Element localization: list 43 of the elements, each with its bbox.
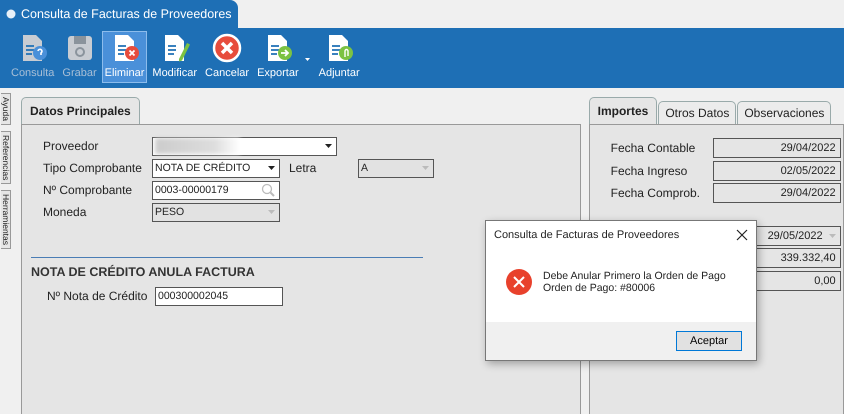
- field-label: Nº Comprobante: [43, 183, 134, 197]
- side-tab[interactable]: Ayuda: [1, 93, 11, 125]
- readonly-field: 29/04/2022: [712, 183, 841, 204]
- section-heading: NOTA DE CRÉDITO ANULA FACTURA: [31, 265, 255, 279]
- field-label: Tipo Comprobante: [43, 161, 143, 175]
- search-icon: [261, 183, 275, 197]
- cancel-icon: [212, 33, 242, 63]
- dropdown-field[interactable]: NOTA DE CRÉDITO: [152, 158, 280, 178]
- ok-button[interactable]: Aceptar: [676, 331, 742, 351]
- app-icon: [6, 9, 16, 19]
- tab[interactable]: Observaciones: [737, 101, 832, 124]
- dialog-title: Consulta de Facturas de Proveedores: [494, 229, 680, 241]
- caret-icon: [828, 234, 836, 238]
- window-title: Consulta de Facturas de Proveedores: [21, 7, 232, 21]
- side-tab[interactable]: Herramientas: [1, 190, 11, 250]
- toolbar-button[interactable]: Adjuntar: [316, 31, 363, 83]
- caret-icon: [268, 210, 275, 214]
- message-text: Orden de Pago: #80006: [543, 282, 656, 294]
- window-tab[interactable]: Consulta de Facturas de Proveedores: [0, 0, 238, 28]
- toolbar-button[interactable]: Modificar: [149, 31, 200, 83]
- field-label: Moneda: [43, 205, 88, 219]
- caret-icon: [422, 166, 429, 170]
- field-label: Fecha Contable: [610, 141, 696, 156]
- toolbar-button[interactable]: Cancelar: [202, 31, 252, 83]
- tab[interactable]: Otros Datos: [658, 101, 736, 124]
- search-field[interactable]: 0003-00000179: [152, 180, 280, 200]
- field-label: Fecha Ingreso: [610, 164, 688, 178]
- field-label: Nº Nota de Crédito: [47, 289, 148, 303]
- field-label: Fecha Comprob.: [610, 186, 701, 200]
- readonly-field: 02/05/2022: [712, 160, 841, 181]
- readonly-field: 29/04/2022: [712, 138, 841, 158]
- close-icon[interactable]: [736, 229, 748, 241]
- dropdown-field[interactable]: [152, 136, 337, 156]
- caret-icon: [268, 166, 275, 170]
- field-label: Proveedor: [43, 139, 100, 153]
- error-icon: [505, 268, 533, 296]
- input-field[interactable]: 000300002045: [155, 286, 283, 306]
- side-tab[interactable]: Referencias: [1, 130, 11, 184]
- field-label: Letra: [289, 161, 318, 175]
- tab[interactable]: Importes: [588, 97, 658, 124]
- toolbar-button[interactable]: Exportar: [254, 31, 302, 83]
- tab[interactable]: Datos Principales: [21, 97, 140, 124]
- caret-icon: [325, 144, 332, 148]
